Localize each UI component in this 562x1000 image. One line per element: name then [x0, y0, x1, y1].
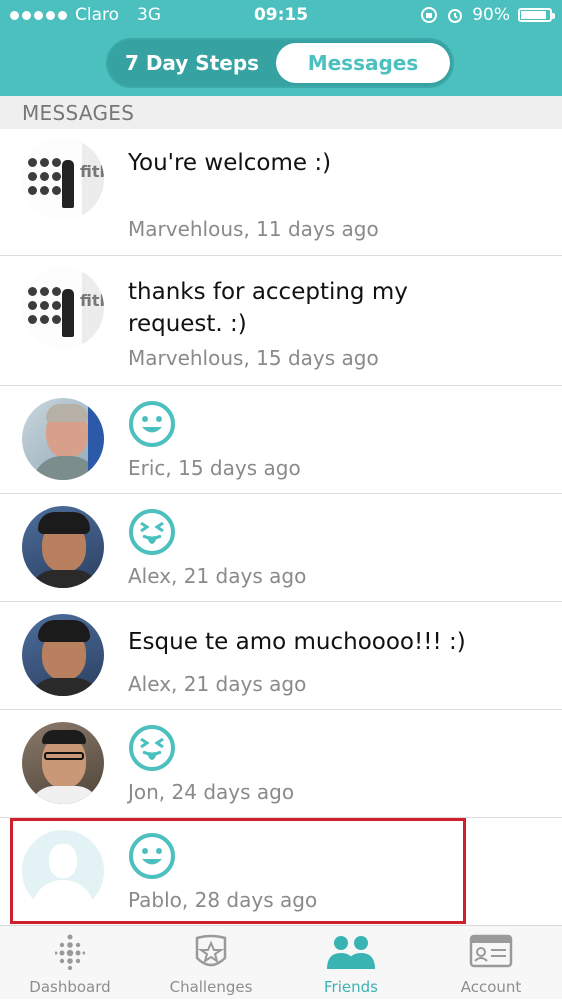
bottom-tab-bar: Dashboard Challenges Friends Account	[0, 925, 562, 999]
status-bar: Claro 3G 09:15 90%	[0, 0, 562, 32]
smile-emoji-icon	[129, 401, 175, 447]
message-text: Esque te amo muchoooo!!! :)	[128, 629, 466, 655]
tongue-emoji-icon	[129, 509, 175, 555]
challenges-badge-icon	[195, 934, 227, 967]
message-meta: Marvehlous, 15 days ago	[128, 346, 379, 370]
avatar[interactable]: fitbit	[22, 267, 104, 349]
section-title: MESSAGES	[22, 101, 135, 125]
section-header: MESSAGES	[0, 96, 562, 129]
account-card-icon	[469, 934, 513, 968]
message-meta: Jon, 24 days ago	[128, 780, 295, 804]
avatar[interactable]	[22, 614, 104, 696]
message-meta: Pablo, 28 days ago	[128, 888, 318, 912]
tab-account[interactable]: Account	[421, 926, 561, 1000]
avatar[interactable]	[22, 506, 104, 588]
app-header: Claro 3G 09:15 90% 7 Day Steps Messages	[0, 0, 562, 96]
smile-emoji-icon	[129, 833, 175, 879]
tab-dashboard[interactable]: Dashboard	[0, 926, 140, 1000]
tab-label: Challenges	[169, 978, 253, 996]
tongue-emoji-icon	[129, 725, 175, 771]
tab-friends[interactable]: Friends	[281, 926, 421, 1000]
tab-7-day-steps[interactable]: 7 Day Steps	[108, 40, 276, 86]
message-row[interactable]: Pablo, 28 days ago	[0, 818, 562, 926]
tab-label: Account	[460, 978, 522, 996]
message-row[interactable]: Esque te amo muchoooo!!! :) Alex, 21 day…	[0, 602, 562, 710]
friends-icon	[327, 936, 375, 969]
message-text: You're welcome :)	[128, 150, 332, 176]
message-meta: Alex, 21 days ago	[128, 564, 307, 588]
message-meta: Marvehlous, 11 days ago	[128, 217, 379, 241]
message-row[interactable]: Alex, 21 days ago	[0, 494, 562, 602]
tab-label: Friends	[324, 978, 378, 996]
messages-list: fitbit You're welcome :) Marvehlous, 11 …	[0, 129, 562, 926]
message-meta: Alex, 21 days ago	[128, 672, 307, 696]
tab-messages[interactable]: Messages	[276, 43, 450, 83]
avatar[interactable]	[22, 398, 104, 480]
dashboard-dots-icon	[55, 934, 85, 970]
battery-icon	[518, 8, 555, 22]
view-switcher: 7 Day Steps Messages	[108, 40, 452, 86]
rotation-lock-icon	[421, 7, 438, 23]
message-row[interactable]: Jon, 24 days ago	[0, 710, 562, 818]
battery-percent: 90%	[472, 5, 510, 25]
alarm-icon	[448, 9, 463, 23]
message-row[interactable]: Eric, 15 days ago	[0, 386, 562, 494]
tab-challenges[interactable]: Challenges	[141, 926, 281, 1000]
message-meta: Eric, 15 days ago	[128, 456, 301, 480]
default-avatar[interactable]	[22, 830, 104, 912]
message-row[interactable]: fitbit thanks for accepting my request. …	[0, 256, 562, 386]
tab-label: Dashboard	[29, 978, 111, 996]
message-row[interactable]: fitbit You're welcome :) Marvehlous, 11 …	[0, 129, 562, 256]
message-text: thanks for accepting my request. :)	[128, 279, 408, 337]
avatar[interactable]: fitbit	[22, 138, 104, 220]
avatar[interactable]	[22, 722, 104, 804]
